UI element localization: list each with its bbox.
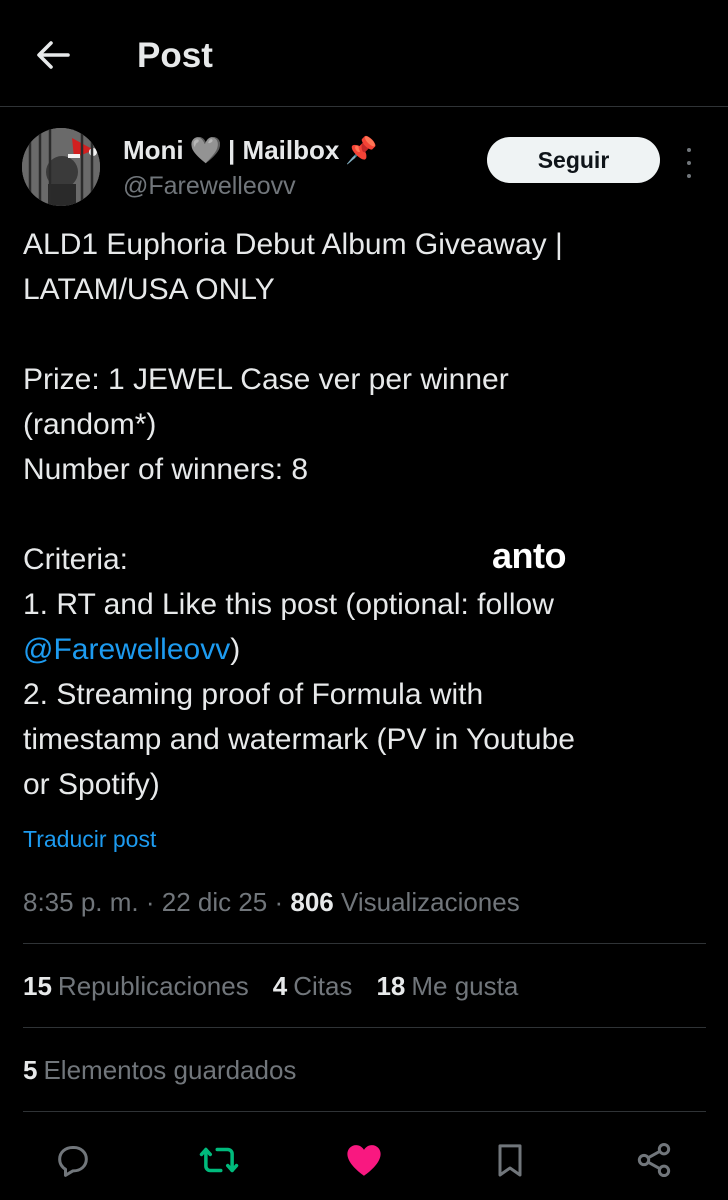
post-text: ALD1 Euphoria Debut Album Giveaway | LAT… (23, 222, 713, 807)
bookmarks-stat[interactable]: 5 Elementos guardados (23, 1055, 296, 1086)
mention-link[interactable]: @Farewelleovv (23, 633, 230, 666)
post-line: ALD1 Euphoria Debut Album Giveaway | (23, 228, 563, 261)
watermark-text: anto (492, 535, 567, 576)
more-dot-icon (687, 174, 691, 178)
more-options-button[interactable] (679, 148, 699, 178)
author-handle[interactable]: @Farewelleovv (123, 172, 296, 201)
avatar[interactable] (22, 128, 100, 206)
post-line: or Spotify) (23, 768, 160, 801)
quotes-stat[interactable]: 4 Citas (273, 971, 353, 1002)
meta-separator: · (267, 887, 291, 917)
reply-icon (58, 1146, 88, 1177)
top-app-bar: Post (0, 0, 728, 107)
pin-emoji: 📌 (345, 135, 378, 165)
likes-stat[interactable]: 18 Me gusta (376, 971, 518, 1002)
divider (23, 1111, 706, 1112)
post-time: 8:35 p. m. (23, 887, 139, 917)
reposts-stat[interactable]: 15 Republicaciones (23, 971, 249, 1002)
divider (23, 943, 706, 944)
meta-separator: · (138, 887, 162, 917)
reply-button[interactable] (51, 1138, 95, 1182)
quotes-count: 4 (272, 971, 288, 1001)
post-line: Prize: 1 JEWEL Case ver per winner (23, 363, 509, 396)
back-arrow-icon (37, 41, 70, 69)
likes-label: Me gusta (411, 971, 519, 1001)
post-line: Criteria: (23, 543, 129, 576)
post-date: 22 dic 25 (161, 887, 268, 917)
quotes-label: Citas (293, 971, 353, 1001)
post-line: (random*) (23, 408, 157, 441)
saved-count: 5 (23, 1055, 38, 1085)
heart-filled-icon (347, 1145, 381, 1176)
repost-button[interactable] (197, 1138, 241, 1182)
post-line: 1. RT and Like this post (optional: foll… (23, 588, 554, 621)
post-metadata: 8:35 p. m. · 22 dic 25 · 806 Visualizaci… (23, 887, 520, 918)
share-button[interactable] (632, 1138, 676, 1182)
display-name-suffix: | Mailbox (228, 135, 340, 165)
reposts-count: 15 (23, 971, 52, 1001)
views-count: 806 (290, 887, 334, 917)
post-line: Number of winners: 8 (23, 453, 309, 486)
post-line: LATAM/USA ONLY (23, 273, 275, 306)
divider (23, 1027, 706, 1028)
reposts-label: Republicaciones (57, 971, 249, 1001)
more-dot-icon (687, 161, 691, 165)
share-icon (637, 1143, 671, 1177)
post-line: 2. Streaming proof of Formula with (23, 678, 484, 711)
post-line (23, 312, 713, 357)
views-label: Visualizaciones (333, 887, 520, 917)
bookmark-button[interactable] (488, 1138, 532, 1182)
post-line (23, 492, 713, 537)
saved-label: Elementos guardados (43, 1055, 297, 1085)
post-line-mention: @Farewelleovv) (23, 627, 713, 672)
back-button[interactable] (30, 32, 76, 78)
more-dot-icon (687, 148, 691, 152)
follow-button[interactable]: Seguir (487, 137, 660, 183)
page-title: Post (137, 36, 213, 75)
engagement-stats: 15 Republicaciones 4 Citas 18 Me gusta (23, 971, 542, 1002)
post-screen: Post Moni 🩶 | Mailbox 📌 @Farewelleovv Se… (0, 0, 728, 1200)
bookmark-icon (498, 1144, 522, 1177)
heart-emoji: 🩶 (189, 135, 223, 165)
avatar-image (22, 128, 100, 206)
post-line: timestamp and watermark (PV in Youtube (23, 723, 575, 756)
repost-icon (199, 1147, 239, 1173)
likes-count: 18 (376, 971, 406, 1001)
mention-after: ) (230, 633, 241, 666)
like-button[interactable] (342, 1138, 386, 1182)
post-action-bar (0, 1130, 728, 1190)
author-name[interactable]: Moni 🩶 | Mailbox 📌 (123, 135, 378, 166)
translate-post-link[interactable]: Traducir post (23, 826, 156, 853)
display-name: Moni (123, 135, 184, 165)
